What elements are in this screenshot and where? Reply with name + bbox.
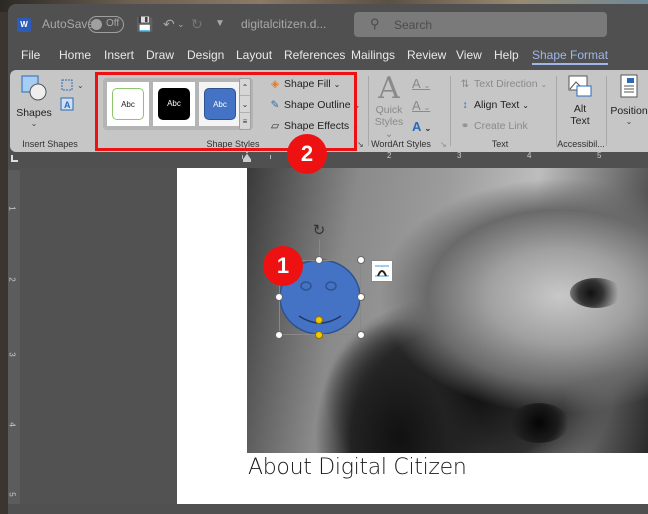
photo-eye (570, 278, 622, 308)
text-direction-label: Text Direction (474, 78, 538, 90)
link-icon: ⚭ (460, 120, 470, 132)
ruler-number: 3 (457, 151, 462, 160)
quick-styles-label-2: Styles ⌄ (374, 116, 404, 140)
tab-layout[interactable]: Layout (236, 48, 272, 62)
group-wordart-styles: A Quick Styles ⌄ A ⌄ A ⌄ A ⌄ WordArt Sty… (368, 70, 448, 152)
dialog-launcher-icon[interactable]: ↘ (440, 140, 447, 149)
tab-insert[interactable]: Insert (104, 48, 134, 62)
customize-toolbar-icon[interactable]: ▼ (215, 15, 225, 33)
text-outline-icon[interactable]: A ⌄ (412, 98, 430, 113)
ruler-number: 5 (597, 151, 602, 160)
resize-handle[interactable] (275, 331, 283, 339)
tab-draw[interactable]: Draw (146, 48, 174, 62)
layout-options-button[interactable] (371, 260, 393, 282)
tab-design[interactable]: Design (187, 48, 224, 62)
document-title[interactable]: digitalcitizen.d... (241, 17, 326, 31)
adjust-handle[interactable] (315, 316, 323, 324)
group-label-accessibility: Accessibil... (557, 139, 605, 149)
resize-handle[interactable] (275, 293, 283, 301)
resize-handle[interactable] (357, 331, 365, 339)
search-box[interactable]: ⚲ Search (354, 12, 607, 37)
ruler-number: 4 (7, 422, 17, 427)
search-placeholder: Search (394, 18, 433, 32)
undo-dropdown-icon[interactable]: ⌄ (177, 15, 185, 33)
autosave-state: Off (106, 18, 120, 29)
create-link-label: Create Link (474, 120, 528, 132)
align-text-icon: ↕ (462, 99, 468, 111)
ruler-number: 2 (7, 277, 17, 282)
save-icon[interactable]: 💾 (136, 15, 153, 33)
chevron-down-icon: ⌄ (625, 117, 633, 126)
dialog-launcher-icon[interactable]: ↘ (357, 140, 364, 149)
ruler-number: 3 (7, 352, 17, 357)
tab-selector[interactable] (11, 155, 18, 162)
vertical-ruler[interactable]: 1 2 3 4 5 (8, 170, 20, 504)
position-button[interactable]: Position ⌄ (608, 74, 648, 126)
ruler-number: 4 (527, 151, 532, 160)
ribbon-tabs: File Home Insert Draw Design Layout Refe… (8, 48, 648, 70)
adjust-handle[interactable] (315, 331, 323, 339)
position-icon (620, 74, 638, 98)
tab-review[interactable]: Review (407, 48, 446, 62)
ruler-number: 2 (387, 151, 392, 160)
tab-home[interactable]: Home (59, 48, 91, 62)
quick-styles-label: Quick (375, 104, 403, 116)
resize-handle[interactable] (357, 256, 365, 264)
tab-shape-format[interactable]: Shape Format (532, 48, 609, 65)
photo-nose (509, 403, 569, 443)
quick-styles-icon: A (378, 71, 400, 106)
create-link-button[interactable]: ⚭ Create Link (458, 120, 528, 132)
layout-options-icon (375, 265, 389, 277)
text-direction-icon: ⇅ (460, 78, 470, 90)
alt-text-icon (568, 75, 592, 97)
align-text-label: Align Text (474, 99, 520, 111)
ruler-tick (242, 155, 243, 159)
horizontal-ruler[interactable]: 2 3 4 5 (170, 148, 648, 162)
tab-references[interactable]: References (284, 48, 345, 62)
group-label-text: Text (491, 139, 509, 149)
title-bar: W AutoSave Off 💾 ↶ ⌄ ↻ ▼ digitalcitizen.… (8, 4, 648, 42)
ruler-number: 5 (7, 492, 17, 497)
tab-mailings[interactable]: Mailings (351, 48, 395, 62)
group-text: ⇅ Text Direction ⌄ ↕ Align Text ⌄ ⚭ Create … (450, 70, 550, 152)
alt-text-button[interactable]: Alt Text (560, 74, 600, 127)
rotate-handle-icon[interactable]: ↻ (311, 223, 327, 239)
alt-text-label-2: Text (570, 115, 590, 127)
document-heading[interactable]: About Digital Citizen (248, 455, 467, 480)
autosave-label: AutoSave (42, 17, 95, 31)
tab-file[interactable]: File (21, 48, 40, 62)
search-icon: ⚲ (370, 16, 380, 31)
resize-handle[interactable] (357, 293, 365, 301)
annotation-badge-1: 1 (263, 246, 303, 286)
position-label: Position (610, 105, 648, 117)
tab-view[interactable]: View (456, 48, 482, 62)
toggle-knob (91, 19, 102, 30)
alt-text-label: Alt (573, 103, 587, 115)
resize-handle[interactable] (315, 256, 323, 264)
annotation-badge-2: 2 (287, 134, 327, 174)
group-accessibility: Alt Text Accessibil... (556, 70, 606, 152)
align-text-button[interactable]: ↕ Align Text ⌄ (458, 99, 529, 111)
word-icon: W (17, 18, 31, 32)
text-effects-icon[interactable]: A ⌄ (412, 119, 431, 134)
quick-styles-button[interactable]: A Quick Styles ⌄ (372, 71, 406, 141)
redo-icon[interactable]: ↻ (191, 15, 203, 33)
ruler-number: 1 (7, 206, 17, 211)
ruler-tick (270, 155, 271, 159)
group-label-wordart: WordArt Styles (371, 139, 431, 149)
tab-help[interactable]: Help (494, 48, 519, 62)
autosave-toggle[interactable]: Off (88, 16, 124, 33)
undo-icon[interactable]: ↶ (163, 15, 175, 33)
text-direction-button[interactable]: ⇅ Text Direction ⌄ (458, 78, 548, 90)
text-fill-icon[interactable]: A ⌄ (412, 76, 430, 91)
group-separator (606, 76, 607, 146)
